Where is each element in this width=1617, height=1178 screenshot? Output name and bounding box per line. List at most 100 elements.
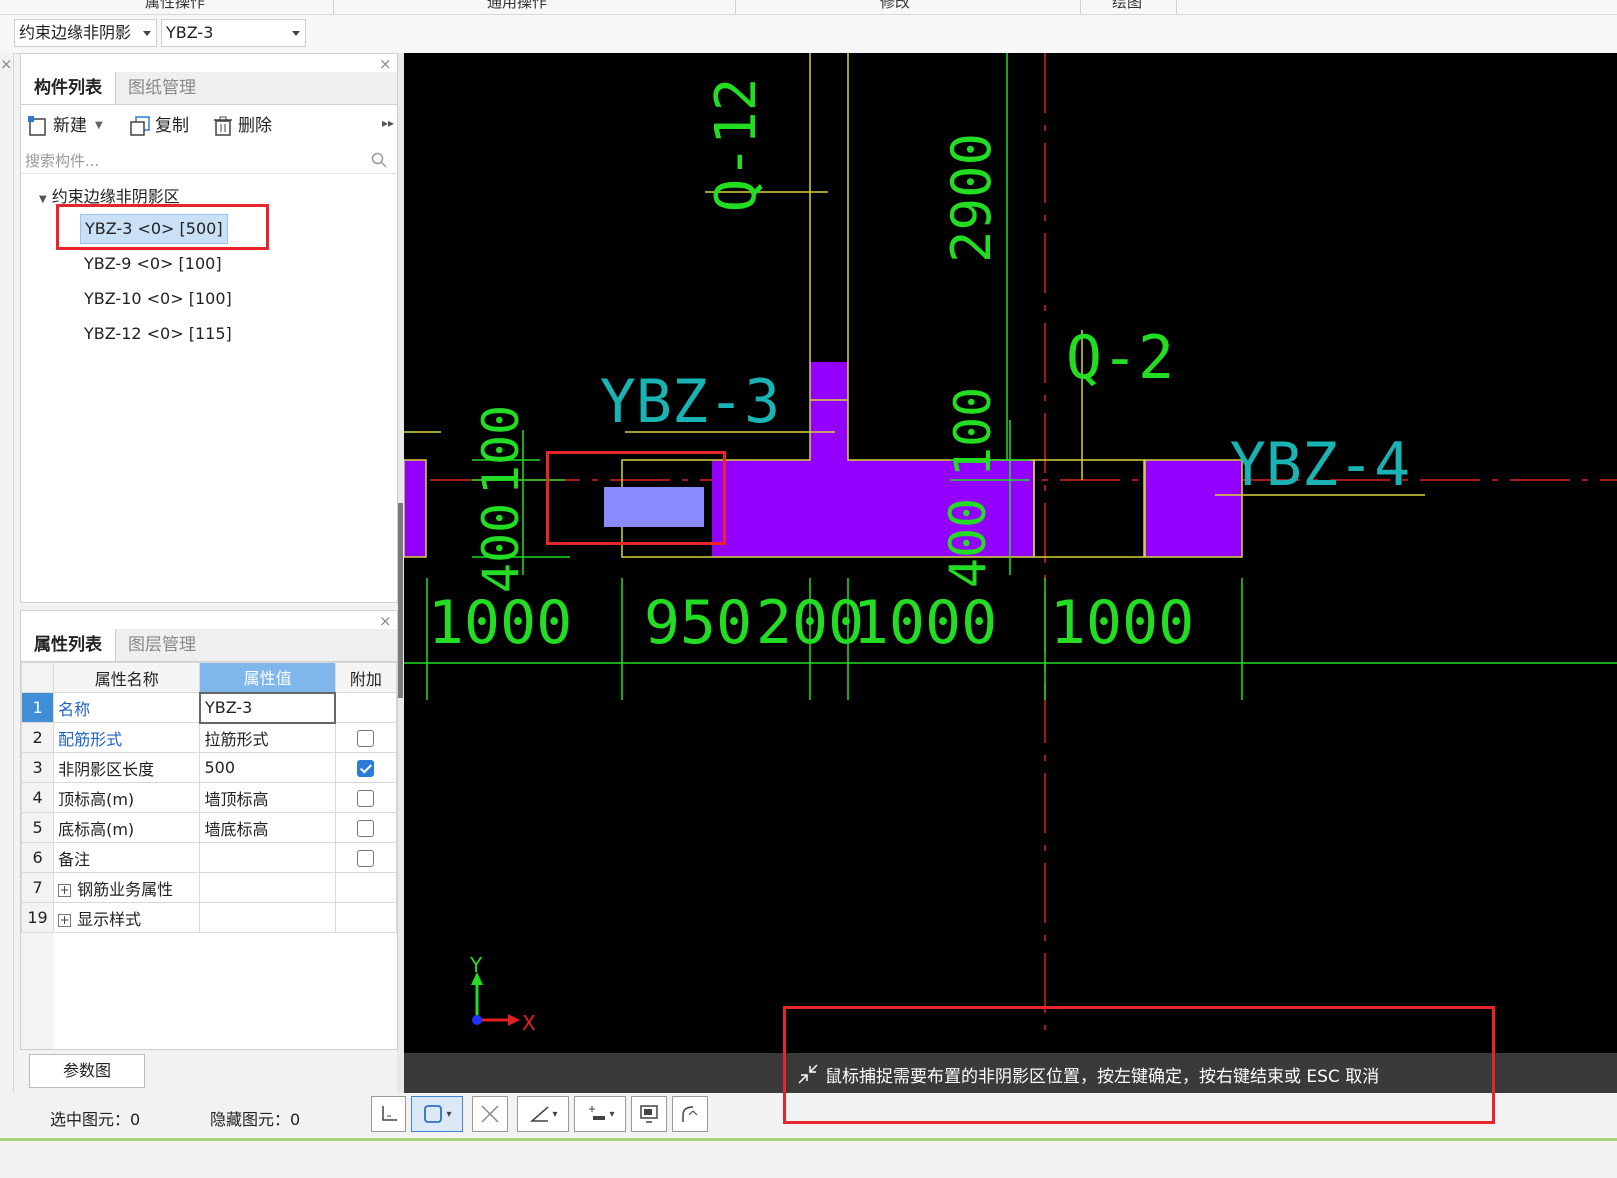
row-number: 1	[20, 692, 55, 723]
drawing-canvas[interactable]: 1000 950 200 1000 1000 2900 100 400 100 …	[404, 53, 1617, 1093]
tab-layer-management[interactable]: 图层管理	[116, 629, 208, 661]
property-table: 属性名称 属性值 附加 1 名称 YBZ-3 2 配筋形式 拉筋形式 3 非阴影…	[20, 662, 398, 933]
tab-property-list[interactable]: 属性列表	[21, 629, 116, 661]
tab-component-list[interactable]: 构件列表	[21, 72, 116, 104]
dim-label: 1000	[428, 588, 573, 658]
property-value[interactable]: 500	[199, 752, 336, 783]
trash-icon	[214, 116, 232, 136]
dim-label-400: 400	[472, 503, 530, 593]
copy-label: 复制	[155, 116, 189, 136]
property-row[interactable]: 2 配筋形式 拉筋形式	[20, 722, 398, 753]
selected-count: 选中图元：0	[50, 1110, 141, 1129]
property-row[interactable]: 6 备注	[20, 842, 398, 873]
label-ybz-3: YBZ-3	[600, 367, 781, 437]
snap-mode-button[interactable]: ▾	[411, 1096, 463, 1132]
property-tabs: 属性列表 图层管理	[21, 629, 397, 662]
extra-checkbox-checked[interactable]	[357, 760, 375, 777]
dim-label: 950	[644, 588, 752, 658]
property-group-name: 钢筋业务属性	[77, 879, 174, 899]
chevron-down-icon	[292, 31, 300, 36]
close-icon[interactable]: ×	[0, 57, 13, 72]
chevron-down-icon[interactable]: ▼	[39, 194, 47, 205]
property-header-row: 属性名称 属性值 附加	[20, 662, 398, 693]
search-icon[interactable]	[371, 152, 387, 168]
header-property-name[interactable]: 属性名称	[53, 662, 201, 693]
row-number: 3	[20, 752, 55, 783]
chevron-down-icon[interactable]: ▾	[552, 1109, 557, 1120]
copy-button[interactable]: 复制	[129, 112, 189, 140]
wall-segment-left	[404, 459, 427, 558]
wall-segment-right	[1144, 459, 1243, 558]
wall-outline-q2	[1033, 459, 1145, 558]
expand-plus-icon[interactable]: +	[58, 883, 72, 897]
property-row[interactable]: 1 名称 YBZ-3	[20, 691, 398, 724]
close-icon[interactable]: ×	[379, 614, 392, 629]
new-doc-icon	[28, 116, 46, 136]
property-value[interactable]: 墙底标高	[199, 812, 336, 843]
top-tab-3[interactable]: 修改	[880, 0, 910, 12]
property-row[interactable]: 5 底标高(m) 墙底标高	[20, 812, 398, 843]
extra-checkbox[interactable]	[357, 730, 375, 747]
delete-button[interactable]: 删除	[212, 112, 272, 140]
arc-button[interactable]	[672, 1096, 708, 1132]
property-value-input[interactable]: YBZ-3	[198, 691, 337, 724]
property-row[interactable]: 19 + 显示样式	[20, 902, 398, 933]
left-dock-strip: ×	[0, 53, 14, 1093]
component-tabs: 构件列表 图纸管理	[21, 72, 397, 105]
tree-item-ybz-12[interactable]: YBZ-12 <0> [115]	[84, 324, 232, 343]
dim-label: 1000	[853, 588, 998, 658]
top-tab-4[interactable]: 绘图	[1112, 0, 1142, 12]
component-search[interactable]: 搜索构件...	[21, 146, 397, 174]
panel-splitter[interactable]	[397, 53, 404, 1093]
chevron-down-icon[interactable]: ▾	[609, 1109, 614, 1120]
top-tab-2[interactable]: 通用操作	[487, 0, 547, 12]
component-name-dropdown[interactable]: YBZ-3	[161, 19, 306, 47]
extra-checkbox[interactable]	[357, 850, 375, 867]
property-value[interactable]: 墙顶标高	[199, 782, 336, 813]
row-number: 5	[20, 812, 55, 843]
axis-indicator: X Y	[469, 953, 536, 1035]
dim-label-2900: 2900	[940, 133, 1003, 263]
highlight-placement	[546, 451, 726, 545]
display-button[interactable]	[631, 1096, 667, 1132]
tree-item-ybz-9[interactable]: YBZ-9 <0> [100]	[84, 254, 222, 273]
property-row[interactable]: 3 非阴影区长度 500	[20, 752, 398, 783]
extra-checkbox[interactable]	[357, 790, 375, 807]
more-arrows-icon[interactable]: ▸▸	[382, 116, 394, 130]
copy-icon	[130, 116, 150, 136]
component-selector-bar: 约束边缘非阴影 YBZ-3	[0, 15, 1617, 54]
chevron-down-icon[interactable]: ▾	[446, 1109, 451, 1120]
cad-drawing[interactable]: 1000 950 200 1000 1000 2900 100 400 100 …	[404, 53, 1617, 1093]
component-list-panel: × 构件列表 图纸管理 新建 ▼ 复制 删除 ▸▸ 搜索构件... ▼ 约束边缘…	[20, 53, 398, 603]
angle-button[interactable]: ▾	[517, 1096, 569, 1132]
header-extra[interactable]: 附加	[334, 662, 398, 693]
header-property-value[interactable]: 属性值	[199, 662, 336, 693]
tree-item-ybz-10[interactable]: YBZ-10 <0> [100]	[84, 289, 232, 308]
intersect-snap-button[interactable]	[472, 1096, 508, 1132]
property-value[interactable]: 拉筋形式	[199, 722, 336, 753]
close-icon[interactable]: ×	[379, 57, 392, 72]
component-type-dropdown[interactable]: 约束边缘非阴影	[14, 19, 157, 47]
arc-icon	[682, 1106, 698, 1122]
wall-segment-upper	[810, 362, 848, 460]
new-label: 新建	[53, 116, 87, 136]
new-button[interactable]: 新建 ▼	[27, 112, 103, 140]
top-tab-1[interactable]: 属性操作	[145, 0, 205, 12]
property-row[interactable]: 7 + 钢筋业务属性	[20, 872, 398, 903]
ortho-button[interactable]	[371, 1096, 406, 1132]
tab-drawing-management[interactable]: 图纸管理	[116, 72, 208, 104]
property-value	[199, 872, 336, 903]
property-panel: × 属性列表 图层管理 属性名称 属性值 附加 1 名称 YBZ-3 2 配筋形…	[20, 610, 398, 1050]
property-name: 顶标高(m)	[53, 782, 201, 813]
axis-y-label: Y	[469, 953, 483, 977]
property-name: 配筋形式	[53, 722, 201, 753]
offset-button[interactable]: ▾	[574, 1096, 626, 1132]
chevron-down-icon[interactable]: ▼	[95, 112, 103, 140]
expand-plus-icon[interactable]: +	[58, 913, 72, 927]
search-input[interactable]: 搜索构件...	[25, 150, 99, 171]
property-row[interactable]: 4 顶标高(m) 墙顶标高	[20, 782, 398, 813]
row-number: 2	[20, 722, 55, 753]
extra-checkbox[interactable]	[357, 820, 375, 837]
property-value[interactable]	[199, 842, 336, 873]
param-diagram-button[interactable]: 参数图	[29, 1054, 145, 1088]
